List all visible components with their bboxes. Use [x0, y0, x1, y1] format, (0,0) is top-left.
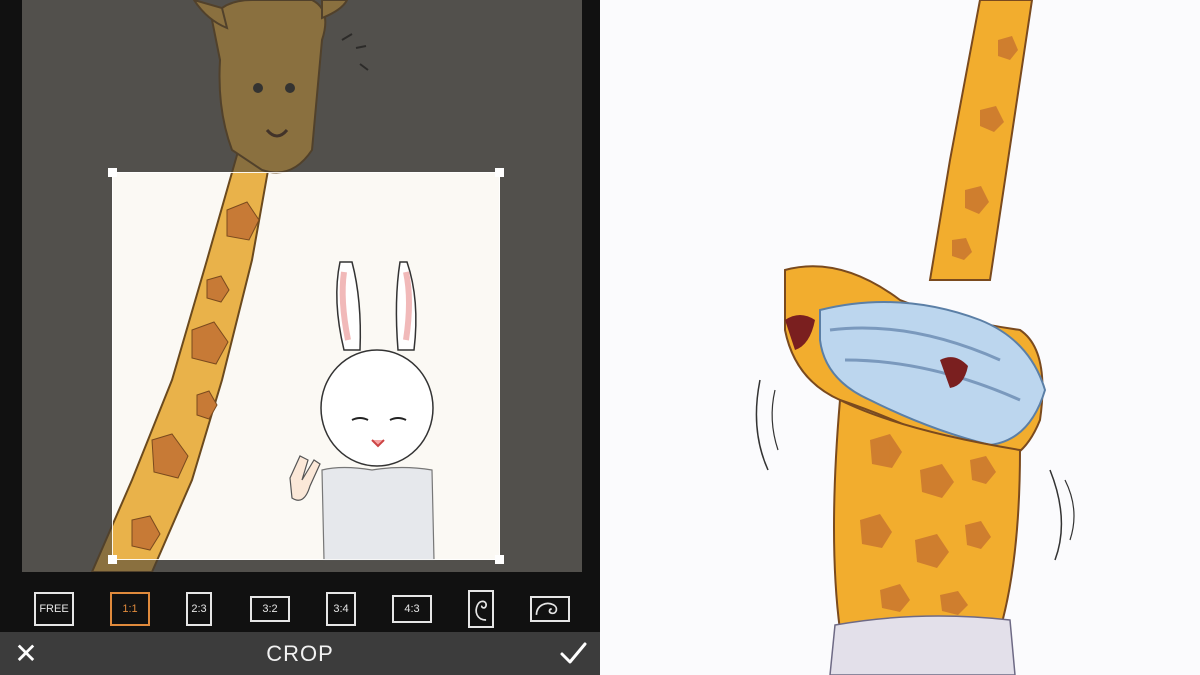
golden-spiral-landscape-icon — [535, 602, 558, 616]
golden-spiral-portrait-icon — [475, 600, 487, 621]
crop-title: CROP — [266, 641, 334, 666]
giraffe-finger-drawing-panel — [600, 0, 1200, 675]
ratio-1-1-label: 1:1 — [122, 603, 138, 615]
giraffe-finger-drawing — [755, 0, 1075, 675]
photo-canvas[interactable] — [22, 0, 582, 572]
ratio-4-3-label: 4:3 — [404, 603, 420, 615]
golden-spiral-landscape-button[interactable] — [530, 596, 570, 622]
ratio-3-4-label: 3:4 — [333, 603, 349, 615]
ratio-3-4-button[interactable]: 3:4 — [326, 592, 356, 626]
ratio-3-2-label: 3:2 — [262, 603, 278, 615]
crop-handle-top-right[interactable] — [495, 168, 504, 177]
golden-spiral-portrait-button[interactable] — [468, 590, 494, 628]
crop-editor-screen: FREE 1:1 2:3 3:2 3:4 4:3 ✕ CROP — [0, 0, 600, 675]
crop-handle-top-left[interactable] — [108, 168, 117, 177]
ratio-free-button[interactable]: FREE — [34, 592, 74, 626]
crop-frame[interactable] — [108, 168, 504, 564]
crop-handle-bottom-right[interactable] — [495, 555, 504, 564]
aspect-ratio-bar: FREE 1:1 2:3 3:2 3:4 4:3 — [0, 572, 600, 638]
checkmark-icon — [560, 642, 587, 664]
ratio-2-3-button[interactable]: 2:3 — [186, 592, 212, 626]
ratio-1-1-button[interactable]: 1:1 — [110, 592, 150, 626]
ratio-free-label: FREE — [39, 603, 69, 615]
ratio-2-3-label: 2:3 — [191, 603, 207, 615]
crop-handle-bottom-left[interactable] — [108, 555, 117, 564]
bottom-action-bar: ✕ CROP — [0, 632, 600, 675]
ratio-4-3-button[interactable]: 4:3 — [392, 595, 432, 623]
confirm-button[interactable] — [558, 638, 588, 668]
ratio-3-2-button[interactable]: 3:2 — [250, 596, 290, 622]
